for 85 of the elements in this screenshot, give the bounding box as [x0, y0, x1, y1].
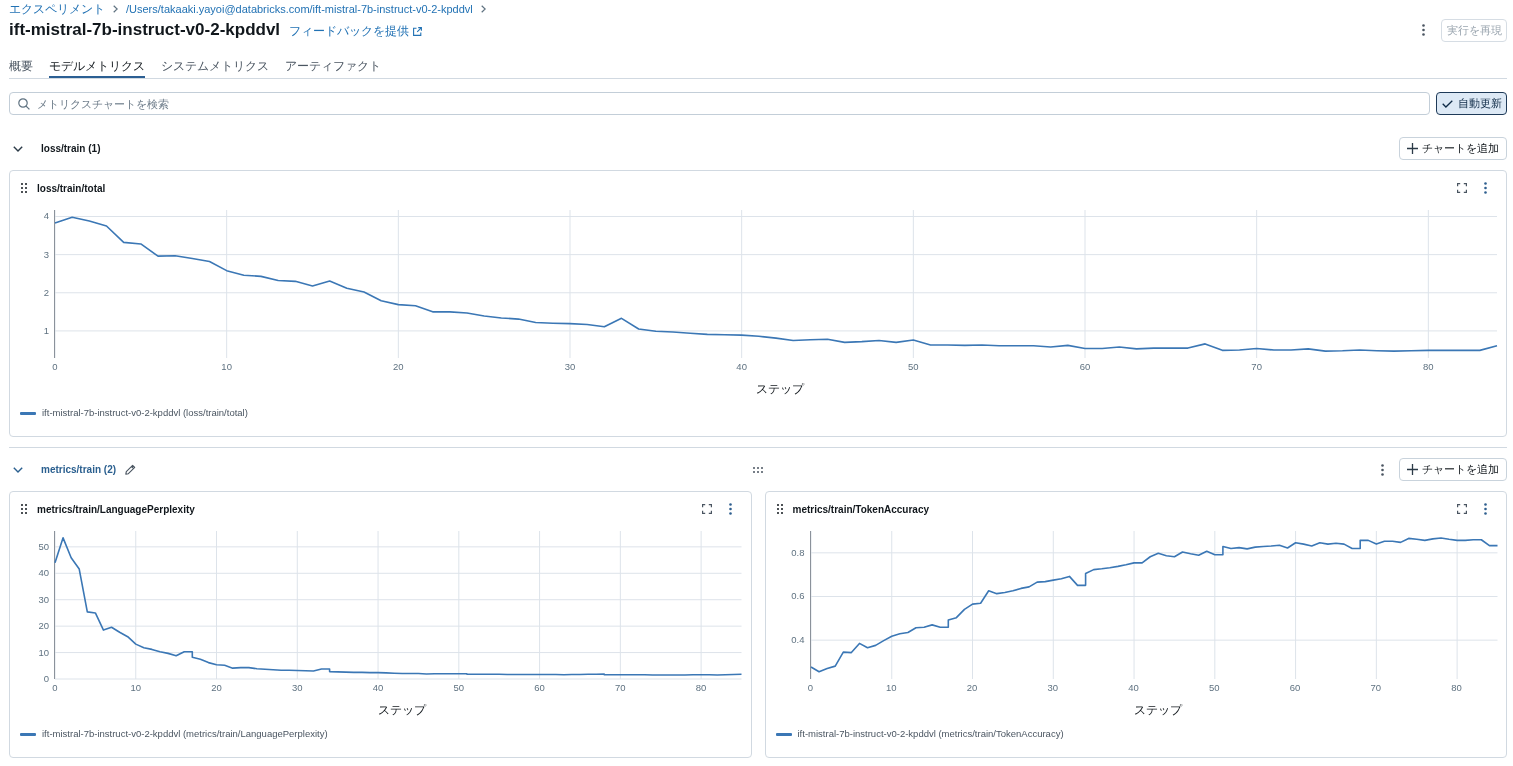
x-tick-label: 60 [534, 683, 545, 693]
breadcrumb-link[interactable]: エクスペリメント [9, 1, 105, 17]
x-tick-label: 30 [564, 362, 576, 372]
x-tick-label: 10 [130, 683, 142, 693]
search-field[interactable]: メトリクスチャートを検索 [9, 92, 1430, 115]
plus-icon [1407, 143, 1418, 154]
y-tick-label: 20 [38, 621, 49, 632]
chevron-down-icon[interactable] [13, 145, 23, 152]
chart-title: loss/train/total [37, 182, 106, 194]
x-tick-label: 70 [1370, 683, 1382, 693]
tab[interactable]: 概要 [9, 54, 33, 78]
drag-handle-icon[interactable] [21, 504, 27, 514]
pencil-icon[interactable] [125, 464, 137, 475]
more-options-icon[interactable] [728, 503, 732, 515]
legend-label: ift-mistral-7b-instruct-v0-2-kpddvl (loss/train/total) [42, 406, 248, 420]
check-icon [1441, 99, 1453, 108]
x-tick-label: 80 [1423, 362, 1434, 372]
x-tick-label: 70 [1251, 362, 1262, 372]
y-tick-label: 50 [38, 541, 49, 552]
fullscreen-icon[interactable] [1457, 504, 1467, 514]
y-tick-label: 3 [43, 249, 49, 260]
more-options-icon[interactable] [1381, 463, 1384, 476]
chart-title: metrics/train/LanguagePerplexity [37, 503, 195, 515]
run-title: ift-mistral-7b-instruct-v0-2-kpddvl [9, 19, 281, 41]
section-title[interactable]: metrics/train (2) [41, 464, 117, 475]
x-tick-label: 80 [1451, 683, 1462, 693]
chevron-right-icon [113, 5, 118, 13]
plus-icon [1407, 464, 1418, 475]
chevron-right-icon [480, 5, 486, 13]
tab[interactable]: モデルメトリクス [49, 54, 145, 78]
x-tick-label: 20 [393, 362, 404, 372]
tab[interactable]: システムメトリクス [161, 54, 269, 78]
y-tick-label: 30 [38, 594, 49, 605]
fullscreen-icon[interactable] [1457, 183, 1467, 193]
drag-handle-icon[interactable] [753, 466, 763, 473]
x-tick-label: 0 [52, 683, 58, 693]
x-tick-label: 50 [453, 683, 465, 693]
fullscreen-icon[interactable] [701, 504, 712, 514]
x-tick-label: 0 [52, 362, 58, 372]
more-options-icon[interactable] [1484, 503, 1487, 515]
auto-refresh-button[interactable]: 自動更新 [1436, 92, 1507, 115]
x-axis-title: ステップ [756, 382, 804, 396]
y-tick-label: 10 [38, 647, 49, 658]
search-icon [18, 98, 30, 110]
more-options-icon[interactable] [1422, 24, 1425, 36]
x-tick-label: 0 [807, 683, 814, 693]
add-chart-button[interactable]: チャートを追加 [1399, 137, 1507, 160]
x-tick-label: 70 [615, 683, 626, 693]
x-tick-label: 30 [1047, 683, 1059, 693]
y-tick-label: 1 [43, 325, 49, 336]
x-tick-label: 10 [885, 683, 897, 693]
y-tick-label: 0.6 [791, 591, 805, 602]
x-tick-label: 30 [292, 683, 303, 693]
x-tick-label: 40 [736, 362, 747, 372]
legend-label: ift-mistral-7b-instruct-v0-2-kpddvl (metrics/train/LanguagePerplexity) [42, 727, 328, 741]
x-tick-label: 80 [695, 683, 707, 693]
y-tick-label: 0 [43, 674, 49, 684]
x-tick-label: 60 [1289, 683, 1301, 693]
breadcrumb-link[interactable]: /Users/takaaki.yayoi@databricks.com/ift-mistral-7b-instruct-v0-2-kpddvl [126, 1, 473, 17]
external-link-icon [413, 26, 423, 36]
x-tick-label: 10 [221, 362, 232, 372]
add-chart-button[interactable]: チャートを追加 [1399, 458, 1507, 481]
x-tick-label: 20 [211, 683, 222, 693]
y-tick-label: 0.8 [791, 547, 805, 558]
y-tick-label: 40 [38, 568, 49, 579]
more-options-icon[interactable] [1484, 182, 1487, 194]
x-tick-label: 40 [1128, 683, 1139, 693]
section-title[interactable]: loss/train (1) [41, 143, 101, 154]
chevron-down-icon[interactable] [13, 466, 23, 473]
feedback-link[interactable]: フィードバックを提供 [289, 23, 423, 39]
chart-title: metrics/train/TokenAccuracy [792, 503, 930, 515]
x-tick-label: 50 [1209, 683, 1220, 693]
x-tick-label: 50 [908, 362, 919, 372]
drag-handle-icon[interactable] [21, 183, 27, 193]
drag-handle-icon[interactable] [776, 504, 783, 514]
y-tick-label: 0.4 [791, 635, 805, 646]
x-tick-label: 40 [372, 683, 384, 693]
legend-label: ift-mistral-7b-instruct-v0-2-kpddvl (metrics/train/TokenAccuracy) [797, 727, 1064, 741]
x-axis-title: ステップ [378, 703, 427, 717]
tab[interactable]: アーティファクト [285, 54, 381, 78]
x-axis-title: ステップ [1133, 703, 1182, 717]
x-tick-label: 20 [966, 683, 978, 693]
x-tick-label: 60 [1079, 362, 1091, 372]
y-tick-label: 2 [43, 287, 49, 298]
y-tick-label: 4 [43, 211, 49, 222]
